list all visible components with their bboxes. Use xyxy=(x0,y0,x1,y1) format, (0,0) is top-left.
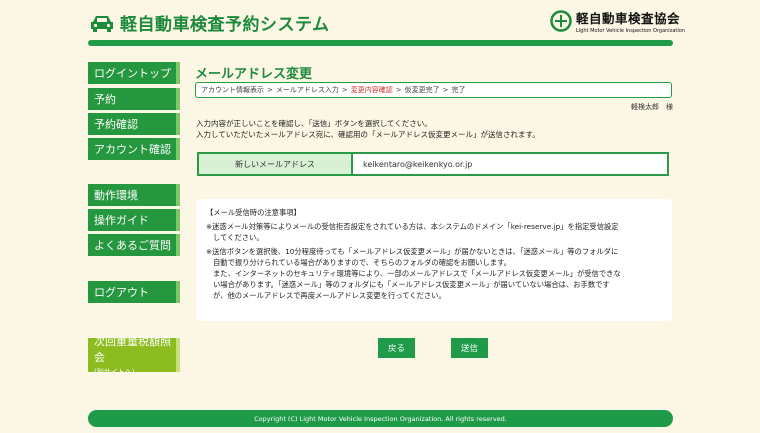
notice-text: が、他のメールアドレスで再度メールアドレス変更を行ってください。 xyxy=(213,291,446,300)
notice-text: い場合があります。「迷惑メール」等のフォルダにも「メールアドレス仮変更メール」が… xyxy=(213,280,610,289)
sidebar-item-label: よくあるご質問 xyxy=(94,239,171,252)
breadcrumb: アカウント情報表示 > メールアドレス入力 > 変更内容確認 > 仮変更完了 >… xyxy=(195,82,672,98)
breadcrumb-separator: > xyxy=(341,86,348,94)
new-email-label: 新しいメールアドレス xyxy=(199,154,353,174)
sidebar-item-faq[interactable]: よくあるご質問 xyxy=(88,234,180,256)
car-icon xyxy=(91,15,113,32)
instruction-line: 入力していただいたメールアドレス宛に、確認用の「メールアドレス仮変更メール」が送… xyxy=(196,130,540,139)
org-name-en: Light Motor Vehicle Inspection Organizat… xyxy=(576,28,685,34)
org-seal-icon xyxy=(550,10,572,32)
external-site-note: (別サイトへ) xyxy=(94,368,135,376)
sidebar-item-tax-lookup[interactable]: 次回重量税額照会 (別サイトへ) xyxy=(88,335,180,376)
header: 軽自動車検査予約システム 軽自動車検査協会 Light Motor Vehicl… xyxy=(0,0,760,48)
footer-copyright: Copyright (C) Light Motor Vehicle Inspec… xyxy=(88,410,673,427)
notice-text: してください。 xyxy=(213,233,264,242)
sidebar-item-label: アカウント確認 xyxy=(94,143,171,156)
org-name-ja: 軽自動車検査協会 xyxy=(576,11,681,26)
sidebar-item-label: 操作ガイド xyxy=(94,214,149,227)
breadcrumb-step-current: 変更内容確認 xyxy=(350,86,393,94)
sidebar-item-login-top[interactable]: ログイントップ xyxy=(88,62,180,84)
breadcrumb-separator: > xyxy=(395,86,402,94)
back-button[interactable]: 戻る xyxy=(378,338,415,358)
sidebar-item-account-check[interactable]: アカウント確認 xyxy=(88,138,180,160)
sidebar-item-label: ログイントップ xyxy=(94,67,171,80)
sidebar-item-reservation-check[interactable]: 予約確認 xyxy=(88,113,180,135)
sidebar-item-label: 予約 xyxy=(94,93,116,106)
page-title: メールアドレス変更 xyxy=(195,67,313,82)
notice-text: ※送信ボタンを選択後、10分程度待っても「メールアドレス仮変更メール」が届かない… xyxy=(206,247,619,256)
site-title-text: 軽自動車検査予約システム xyxy=(120,15,330,35)
sidebar-item-reservation[interactable]: 予約 xyxy=(88,88,180,110)
instruction-line: 入力内容が正しいことを確認し、「送信」ボタンを選択してください。 xyxy=(196,119,432,128)
notice-text: ※迷惑メール対策等によりメールの受信拒否設定をされている方は、本システムのドメイ… xyxy=(206,222,619,231)
notice-text: 自動で振り分けられている場合がありますので、そちらのフォルダの確認をお願いします… xyxy=(213,258,511,267)
breadcrumb-separator: > xyxy=(442,86,449,94)
org-logo: 軽自動車検査協会 Light Motor Vehicle Inspection … xyxy=(550,8,685,34)
breadcrumb-step: メールアドレス入力 xyxy=(275,86,339,94)
header-divider xyxy=(88,40,673,46)
sidebar-item-label: ログアウト xyxy=(94,286,149,299)
notice-heading: 【メール受信時の注意事項】 xyxy=(206,208,301,217)
mail-notice: 【メール受信時の注意事項】 ※迷惑メール対策等によりメールの受信拒否設定をされて… xyxy=(196,199,672,321)
breadcrumb-step: 仮変更完了 xyxy=(404,86,440,94)
sidebar-item-environment[interactable]: 動作環境 xyxy=(88,184,180,206)
new-email-value: keikentaro@keikenkyo.or.jp xyxy=(363,159,473,169)
site-title[interactable]: 軽自動車検査予約システム xyxy=(90,10,330,35)
breadcrumb-step: アカウント情報表示 xyxy=(201,86,264,94)
new-email-row: 新しいメールアドレス keikentaro@keikenkyo.or.jp xyxy=(197,152,669,176)
notice-text: また、インターネットのセキュリティ環境等により、一部のメールアドレスで「メールア… xyxy=(213,269,621,278)
breadcrumb-separator: > xyxy=(267,86,273,94)
sidebar-item-logout[interactable]: ログアウト xyxy=(88,281,180,303)
instructions: 入力内容が正しいことを確認し、「送信」ボタンを選択してください。 入力していただ… xyxy=(196,118,540,140)
sidebar-item-guide[interactable]: 操作ガイド xyxy=(88,209,180,231)
sidebar-item-label: 次回重量税額照会 xyxy=(94,335,171,364)
sidebar-item-label: 予約確認 xyxy=(94,118,138,131)
send-button[interactable]: 送信 xyxy=(451,338,488,358)
breadcrumb-step: 完了 xyxy=(451,86,466,94)
sidebar-item-label: 動作環境 xyxy=(94,189,138,202)
user-name: 軽検太郎 様 xyxy=(631,103,673,111)
